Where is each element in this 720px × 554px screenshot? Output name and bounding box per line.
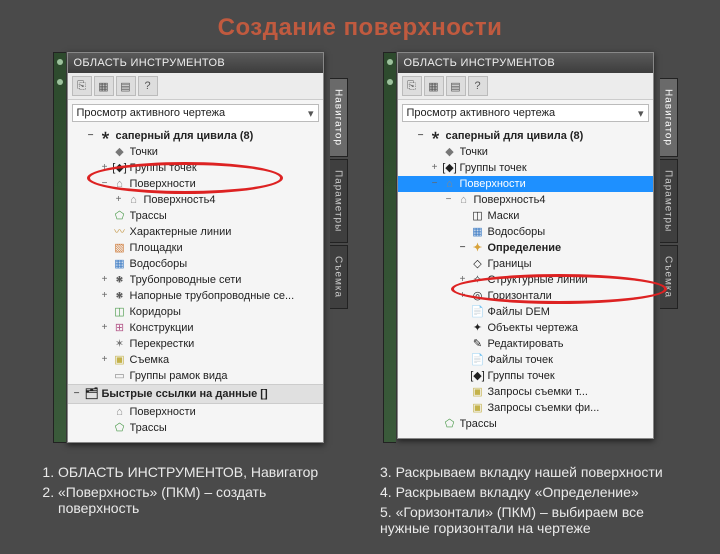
step-1: ОБЛАСТЬ ИНСТРУМЕНТОВ, Навигатор [58,464,340,480]
toolspace-panel-left: ОБЛАСТЬ ИНСТРУМЕНТОВ ⎘ ▦ ▤ ? Просмотр ак… [67,52,324,443]
tree-item-pipe-networks[interactable]: +🞸Трубопроводные сети [68,272,323,288]
app-ribbon-left [53,52,66,443]
tree-item-feature-lines[interactable]: 〰Характерные линии [68,224,323,240]
panel-header: ОБЛАСТЬ ИНСТРУМЕНТОВ [398,53,653,73]
tree-item-surfaces[interactable]: −⌂Поверхности [68,176,323,192]
toolbar-button[interactable]: ⎘ [72,76,92,96]
tree-item-point-groups[interactable]: +[◆]Группы точек [398,160,653,176]
tab-survey[interactable]: Съемка [330,245,348,309]
tree-quick-links[interactable]: −🗂Быстрые ссылки на данные [] [68,384,323,404]
tab-parameters[interactable]: Параметры [330,159,348,243]
step-5: 5. «Горизонтали» (ПКМ) – выбираем все ну… [380,504,680,536]
app-ribbon-right [383,52,396,443]
toolbar-button[interactable]: ▦ [94,76,114,96]
tree-quick-alignments[interactable]: ⬠Трассы [68,420,323,436]
panel-toolbar: ⎘ ▦ ▤ ? [398,73,653,100]
tree-item-alignments[interactable]: ⬠Трассы [398,416,653,432]
toolbar-button[interactable]: ⎘ [402,76,422,96]
tree-item-catchments[interactable]: ▦Водосборы [68,256,323,272]
tree-root[interactable]: −🞰саперный для цивила (8) [398,128,653,144]
tree-left: −🞰саперный для цивила (8) ◆Точки +[◆]Гру… [68,126,323,442]
tree-root[interactable]: −🞰саперный для цивила (8) [68,128,323,144]
tree-item-surface4[interactable]: +⌂Поверхность4 [68,192,323,208]
tree-item-survey[interactable]: +▣Съемка [68,352,323,368]
tree-item-view-frame-groups[interactable]: ▭Группы рамок вида [68,368,323,384]
tree-item-catchments[interactable]: ▦Водосборы [398,224,653,240]
toolbar-button[interactable]: ▦ [424,76,444,96]
tree-item-contours[interactable]: +◎Горизонтали [398,288,653,304]
step-4: 4. Раскрываем вкладку «Определение» [380,484,680,500]
page-title: Создание поверхности [0,14,720,42]
toolbar-button[interactable]: ▤ [116,76,136,96]
view-selector[interactable]: Просмотр активного чертежа [402,104,649,122]
help-icon[interactable]: ? [468,76,488,96]
tree-item-point-groups[interactable]: +[◆]Группы точек [68,160,323,176]
tree-item-alignments[interactable]: ⬠Трассы [68,208,323,224]
tree-item-survey-q1[interactable]: ▣Запросы съемки т... [398,384,653,400]
tab-survey[interactable]: Съемка [660,245,678,309]
tree-item-corridors[interactable]: ◫Коридоры [68,304,323,320]
panel-toolbar: ⎘ ▦ ▤ ? [68,73,323,100]
tree-item-point-files[interactable]: 📄Файлы точек [398,352,653,368]
tree-right: −🞰саперный для цивила (8) ◆Точки +[◆]Гру… [398,126,653,438]
tree-quick-surfaces[interactable]: ⌂Поверхности [68,404,323,420]
steps-right-col: 3. Раскрываем вкладку нашей поверхности … [380,464,680,540]
tab-parameters[interactable]: Параметры [660,159,678,243]
tab-navigator[interactable]: Навигатор [330,78,348,157]
right-panel-wrap: ОБЛАСТЬ ИНСТРУМЕНТОВ ⎘ ▦ ▤ ? Просмотр ак… [397,52,654,443]
tree-item-dem-files[interactable]: 📄Файлы DEM [398,304,653,320]
tree-item-points[interactable]: ◆Точки [398,144,653,160]
side-tabs-right: Навигатор Параметры Съемка [660,78,678,309]
tree-item-masks[interactable]: ◫Маски [398,208,653,224]
tree-item-surface4[interactable]: −⌂Поверхность4 [398,192,653,208]
tree-item-pressure-networks[interactable]: +🞸Напорные трубопроводные се... [68,288,323,304]
tree-item-sites[interactable]: ▧Площадки [68,240,323,256]
tree-item-surfaces-selected[interactable]: −⌂Поверхности [398,176,653,192]
steps-left-col: ОБЛАСТЬ ИНСТРУМЕНТОВ, Навигатор «Поверхн… [40,464,340,540]
step-3: 3. Раскрываем вкладку нашей поверхности [380,464,680,480]
tree-item-survey-q2[interactable]: ▣Запросы съемки фи... [398,400,653,416]
toolspace-panel-right: ОБЛАСТЬ ИНСТРУМЕНТОВ ⎘ ▦ ▤ ? Просмотр ак… [397,52,654,439]
tab-navigator[interactable]: Навигатор [660,78,678,157]
tree-item-definition[interactable]: −✦Определение [398,240,653,256]
tree-item-intersections[interactable]: ✶Перекрестки [68,336,323,352]
panels-row: ОБЛАСТЬ ИНСТРУМЕНТОВ ⎘ ▦ ▤ ? Просмотр ак… [0,52,720,443]
view-selector[interactable]: Просмотр активного чертежа [72,104,319,122]
step-2: «Поверхность» (ПКМ) – создать поверхност… [58,484,340,516]
tree-item-breaklines[interactable]: +✧Структурные линии [398,272,653,288]
tree-item-points[interactable]: ◆Точки [68,144,323,160]
tree-item-drawing-objects[interactable]: ✦Объекты чертежа [398,320,653,336]
toolbar-button[interactable]: ▤ [446,76,466,96]
instruction-steps: ОБЛАСТЬ ИНСТРУМЕНТОВ, Навигатор «Поверхн… [40,464,680,540]
tree-item-point-groups-def[interactable]: [◆]Группы точек [398,368,653,384]
tree-item-edits[interactable]: ✎Редактировать [398,336,653,352]
tree-item-assemblies[interactable]: +⊞Конструкции [68,320,323,336]
left-panel-wrap: ОБЛАСТЬ ИНСТРУМЕНТОВ ⎘ ▦ ▤ ? Просмотр ак… [67,52,324,443]
tree-item-boundaries[interactable]: ◇Границы [398,256,653,272]
side-tabs-left: Навигатор Параметры Съемка [330,78,348,309]
panel-header: ОБЛАСТЬ ИНСТРУМЕНТОВ [68,53,323,73]
help-icon[interactable]: ? [138,76,158,96]
